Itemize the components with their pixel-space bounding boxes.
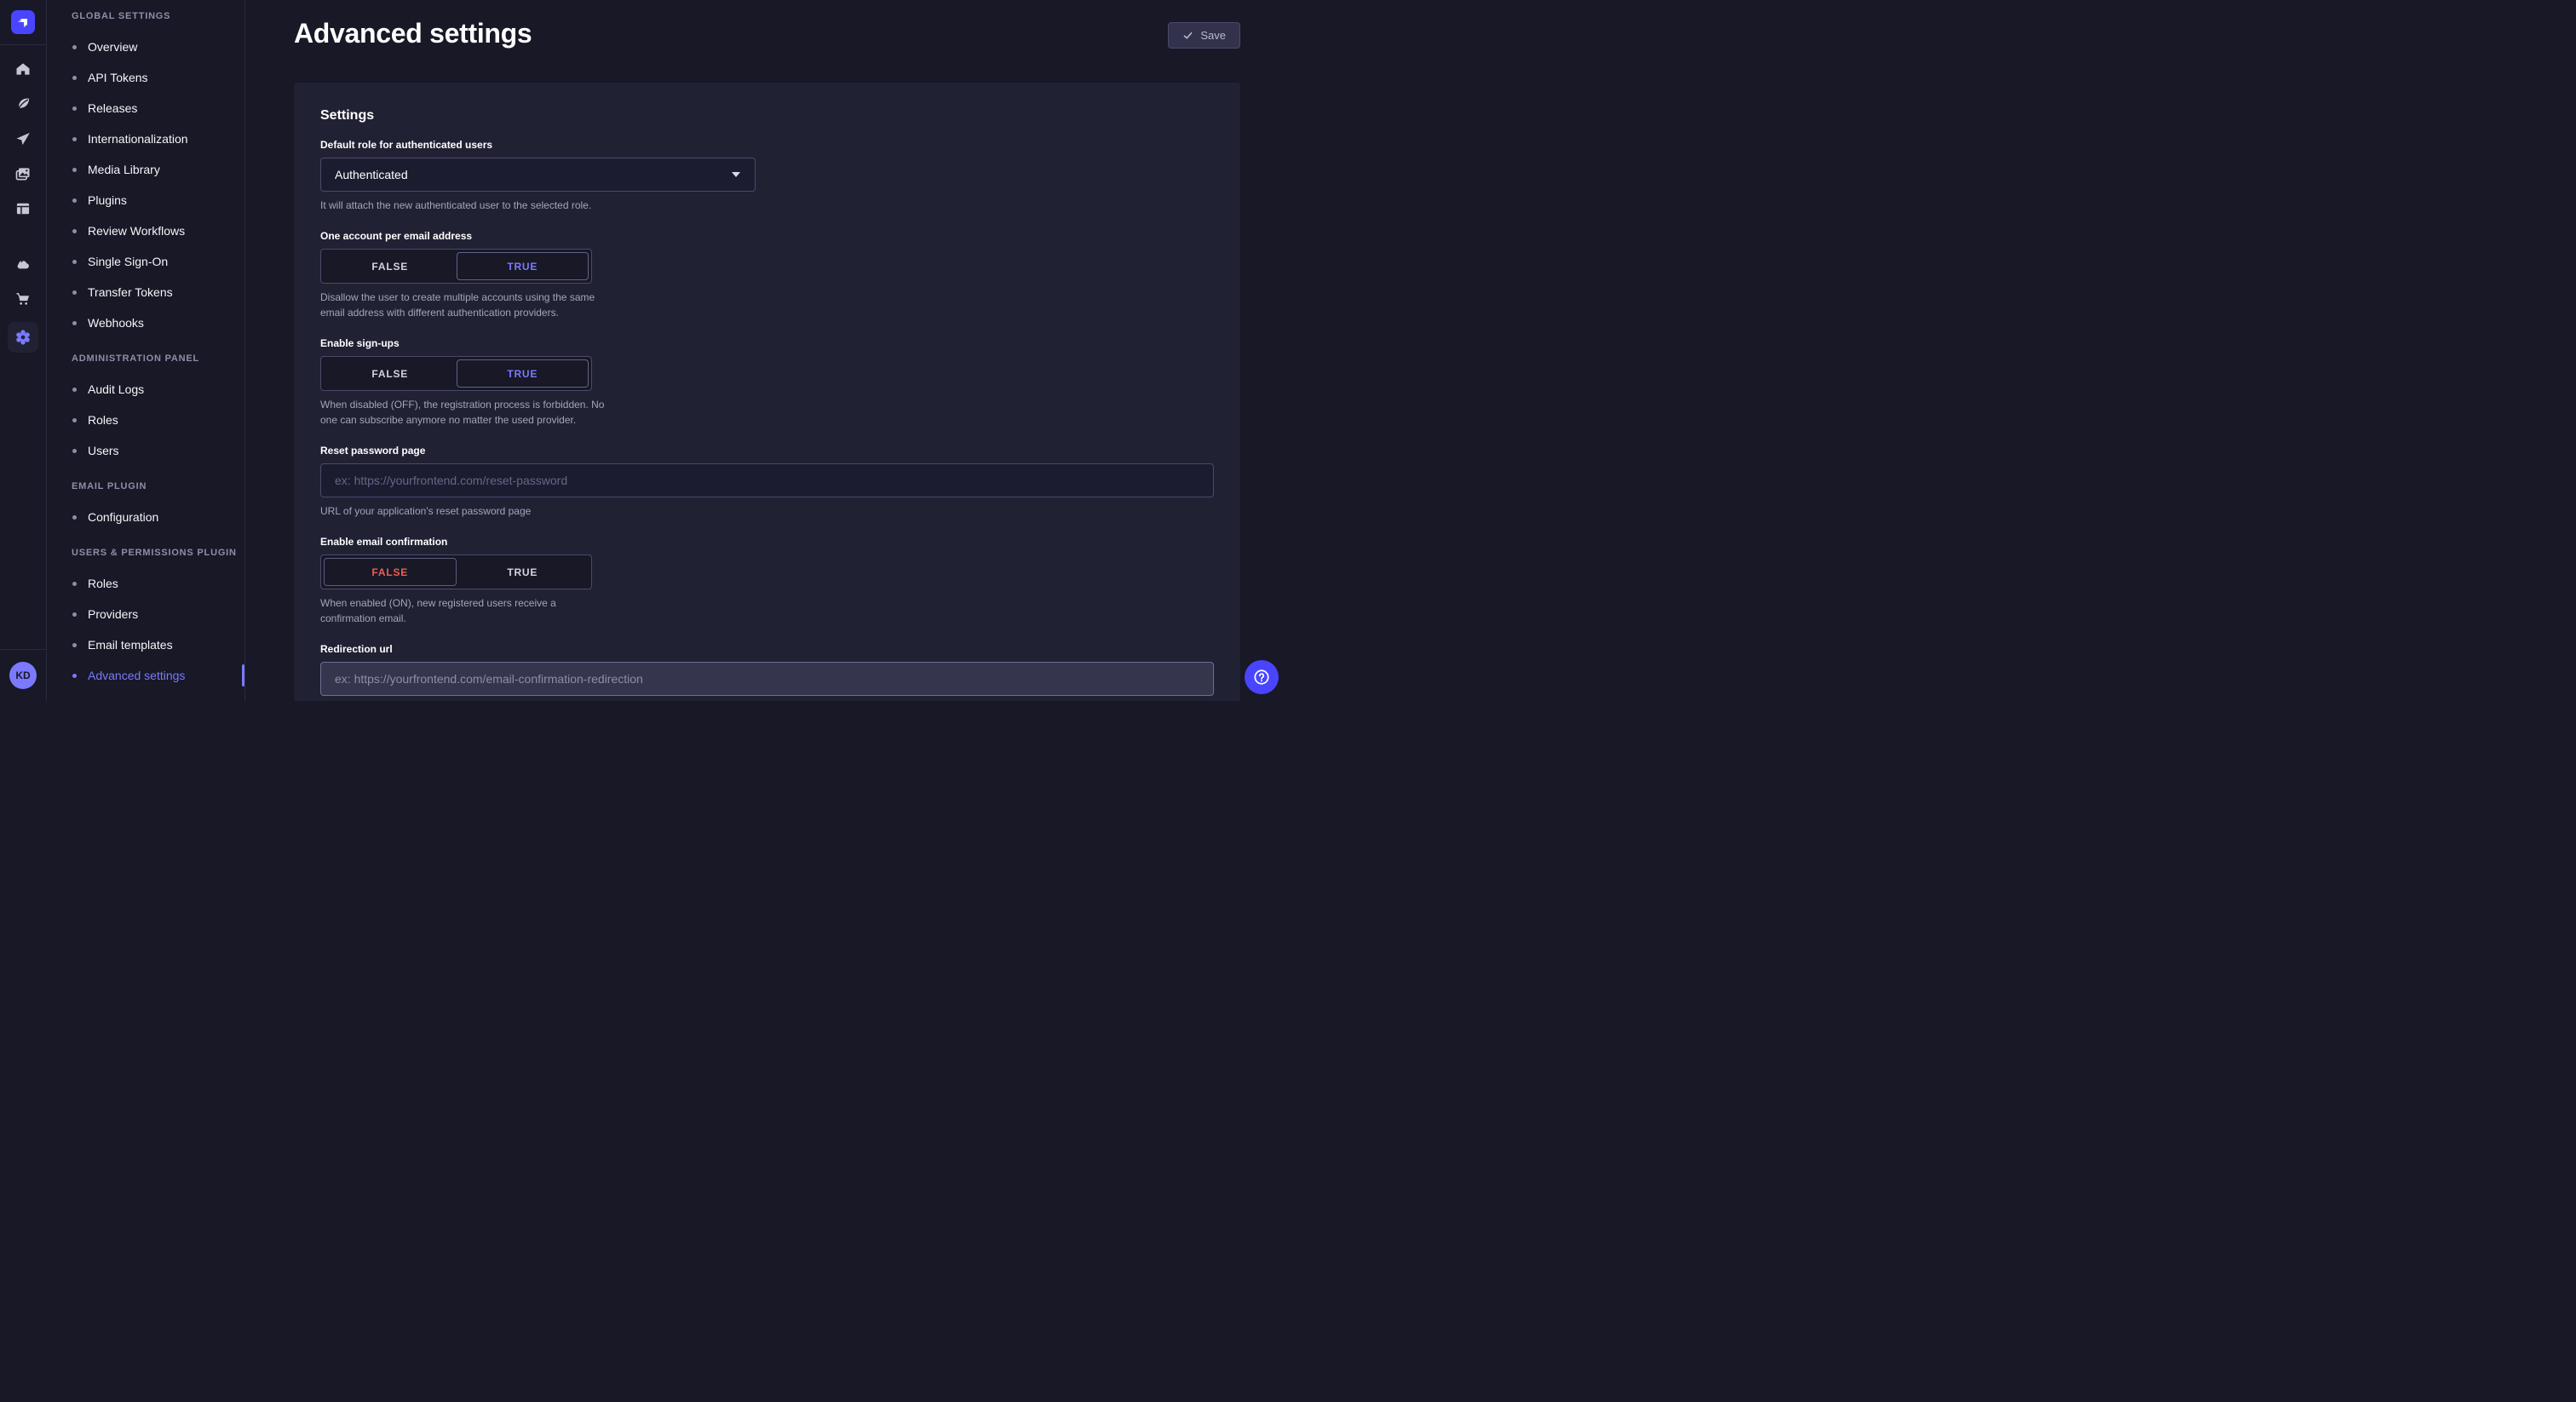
- save-button[interactable]: Save: [1168, 22, 1240, 49]
- bullet-icon: [72, 674, 77, 678]
- field-hint: When disabled (OFF), the registration pr…: [320, 398, 614, 428]
- section-title: ADMINISTRATION PANEL: [47, 353, 244, 364]
- main-icon-rail: KD: [0, 0, 47, 701]
- bullet-icon: [72, 582, 77, 586]
- field-hint: Disallow the user to create multiple acc…: [320, 290, 614, 320]
- bullet-icon: [72, 321, 77, 325]
- bullet-icon: [72, 198, 77, 203]
- section-users-permissions-plugin: USERS & PERMISSIONS PLUGIN Roles Provide…: [47, 548, 244, 691]
- bullet-icon: [72, 449, 77, 453]
- sidebar-item-up-roles[interactable]: Roles: [47, 568, 244, 599]
- bullet-icon: [72, 290, 77, 295]
- bullet-icon: [72, 643, 77, 647]
- active-indicator: [242, 664, 244, 687]
- bullet-icon: [72, 137, 77, 141]
- field-reset-password-page: Reset password page URL of your applicat…: [320, 445, 1214, 519]
- settings-heading: Settings: [320, 108, 1214, 124]
- settings-sidebar: GLOBAL SETTINGS Overview API Tokens Rele…: [47, 0, 245, 701]
- field-label: Reset password page: [320, 445, 1214, 457]
- cloud-icon[interactable]: [8, 252, 38, 276]
- strapi-logo[interactable]: [11, 10, 35, 34]
- sidebar-item-admin-roles[interactable]: Roles: [47, 405, 244, 435]
- bullet-icon: [72, 418, 77, 422]
- bullet-icon: [72, 229, 77, 233]
- help-button[interactable]: [1245, 660, 1279, 694]
- settings-gear-icon[interactable]: [8, 322, 38, 353]
- field-label: Enable sign-ups: [320, 337, 1214, 349]
- toggle-true-option[interactable]: TRUE: [457, 359, 589, 388]
- content-builder-feather-icon[interactable]: [8, 92, 38, 116]
- field-label: Redirection url: [320, 643, 1214, 655]
- sidebar-item-advanced-settings[interactable]: Advanced settings: [47, 660, 244, 691]
- sign-ups-toggle: FALSE TRUE: [320, 356, 592, 391]
- sidebar-item-media-library[interactable]: Media Library: [47, 154, 244, 185]
- bullet-icon: [72, 612, 77, 617]
- section-title: USERS & PERMISSIONS PLUGIN: [47, 548, 244, 558]
- bullet-icon: [72, 106, 77, 111]
- field-hint: It will attach the new authenticated use…: [320, 198, 1214, 213]
- section-title: GLOBAL SETTINGS: [47, 11, 244, 21]
- sidebar-item-plugins[interactable]: Plugins: [47, 185, 244, 215]
- section-email-plugin: EMAIL PLUGIN Configuration: [47, 481, 244, 532]
- paper-plane-icon[interactable]: [8, 127, 38, 151]
- sidebar-item-review-workflows[interactable]: Review Workflows: [47, 215, 244, 246]
- section-administration-panel: ADMINISTRATION PANEL Audit Logs Roles Us…: [47, 353, 244, 466]
- chevron-down-icon: [731, 171, 741, 178]
- home-icon[interactable]: [8, 57, 38, 81]
- field-redirection-url: Redirection url: [320, 643, 1214, 696]
- field-label: Default role for authenticated users: [320, 139, 1214, 151]
- layout-icon[interactable]: [8, 197, 38, 221]
- media-library-icon[interactable]: [8, 162, 38, 186]
- sidebar-item-email-configuration[interactable]: Configuration: [47, 502, 244, 532]
- section-title: EMAIL PLUGIN: [47, 481, 244, 491]
- field-one-account-per-email: One account per email address FALSE TRUE…: [320, 230, 1214, 320]
- email-confirmation-toggle: FALSE TRUE: [320, 554, 592, 589]
- reset-password-input[interactable]: [320, 463, 1214, 497]
- check-icon: [1182, 30, 1193, 41]
- default-role-select[interactable]: Authenticated: [320, 158, 756, 192]
- bullet-icon: [72, 76, 77, 80]
- sidebar-item-overview[interactable]: Overview: [47, 32, 244, 62]
- bullet-icon: [72, 388, 77, 392]
- sidebar-item-admin-users[interactable]: Users: [47, 435, 244, 466]
- sidebar-item-providers[interactable]: Providers: [47, 599, 244, 629]
- field-label: One account per email address: [320, 230, 1214, 242]
- sidebar-item-single-sign-on[interactable]: Single Sign-On: [47, 246, 244, 277]
- section-global-settings: GLOBAL SETTINGS Overview API Tokens Rele…: [47, 11, 244, 338]
- strapi-logo-icon: [16, 15, 30, 29]
- main-content: Advanced settings Save Settings Default …: [245, 0, 1288, 701]
- strapi-admin-app: KD GLOBAL SETTINGS Overview API Tokens R…: [0, 0, 1288, 701]
- marketplace-cart-icon[interactable]: [8, 287, 38, 311]
- sidebar-item-releases[interactable]: Releases: [47, 93, 244, 124]
- page-title: Advanced settings: [294, 18, 532, 49]
- sidebar-item-audit-logs[interactable]: Audit Logs: [47, 374, 244, 405]
- field-hint: When enabled (ON), new registered users …: [320, 596, 614, 626]
- toggle-false-option[interactable]: FALSE: [324, 359, 457, 388]
- sidebar-item-api-tokens[interactable]: API Tokens: [47, 62, 244, 93]
- field-enable-email-confirmation: Enable email confirmation FALSE TRUE Whe…: [320, 536, 1214, 626]
- one-account-toggle: FALSE TRUE: [320, 249, 592, 284]
- field-enable-sign-ups: Enable sign-ups FALSE TRUE When disabled…: [320, 337, 1214, 428]
- toggle-false-option[interactable]: FALSE: [324, 558, 457, 586]
- sidebar-item-transfer-tokens[interactable]: Transfer Tokens: [47, 277, 244, 307]
- bullet-icon: [72, 260, 77, 264]
- toggle-false-option[interactable]: FALSE: [324, 252, 457, 280]
- field-default-role: Default role for authenticated users Aut…: [320, 139, 1214, 213]
- sidebar-item-internationalization[interactable]: Internationalization: [47, 124, 244, 154]
- field-hint: URL of your application's reset password…: [320, 504, 1214, 519]
- settings-card: Settings Default role for authenticated …: [294, 83, 1240, 701]
- rail-bottom-divider: [0, 649, 46, 650]
- redirection-url-input[interactable]: [320, 662, 1214, 696]
- bullet-icon: [72, 168, 77, 172]
- toggle-true-option[interactable]: TRUE: [457, 558, 589, 586]
- question-mark-icon: [1252, 668, 1271, 687]
- sidebar-item-email-templates[interactable]: Email templates: [47, 629, 244, 660]
- toggle-true-option[interactable]: TRUE: [457, 252, 589, 280]
- sidebar-item-webhooks[interactable]: Webhooks: [47, 307, 244, 338]
- bullet-icon: [72, 45, 77, 49]
- bullet-icon: [72, 515, 77, 520]
- field-label: Enable email confirmation: [320, 536, 1214, 548]
- user-avatar[interactable]: KD: [9, 662, 37, 689]
